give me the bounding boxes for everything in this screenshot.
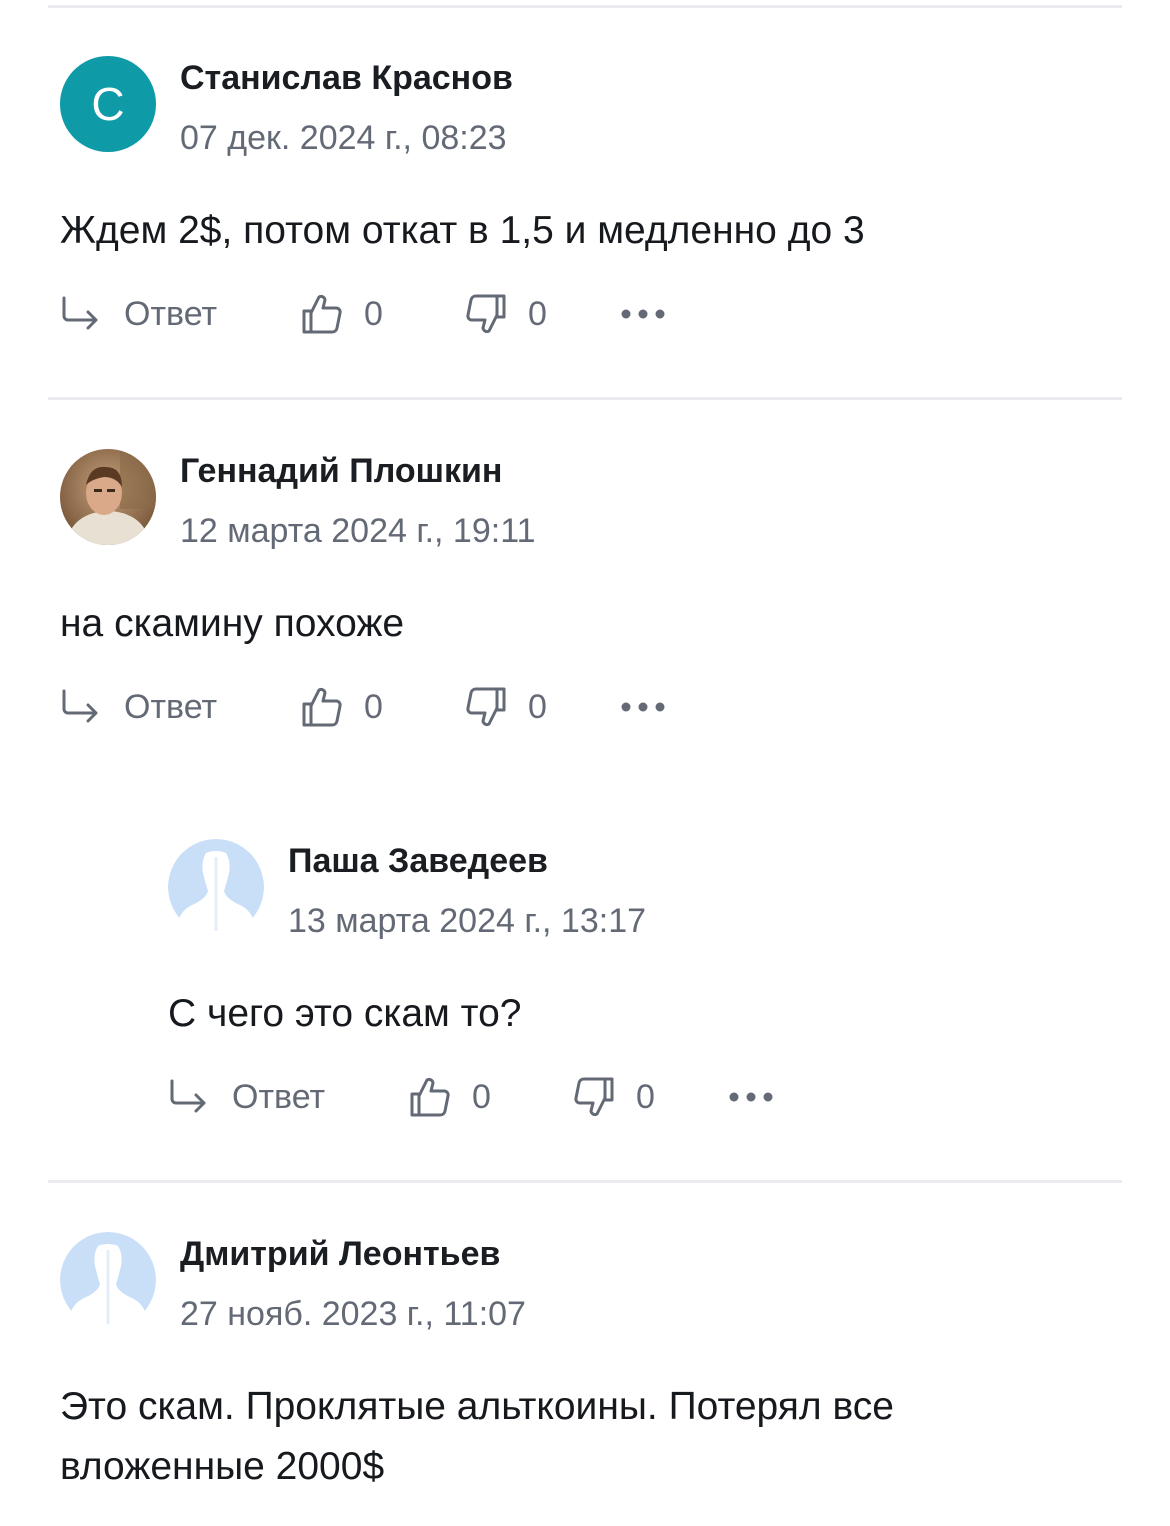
thumbs-up-icon xyxy=(300,686,344,728)
more-icon xyxy=(726,1091,776,1103)
thumbs-down-icon xyxy=(464,293,508,335)
more-button[interactable] xyxy=(618,683,668,731)
more-icon xyxy=(618,308,668,320)
like-button[interactable]: 0 xyxy=(300,683,383,731)
thumbs-up-icon xyxy=(300,293,344,335)
comment-author[interactable]: Станислав Краснов xyxy=(180,59,513,98)
comment-text: Это скам. Проклятые альткоины. Потерял в… xyxy=(60,1385,894,1488)
avatar-letter: С xyxy=(91,78,125,130)
comment-author[interactable]: Геннадий Плошкин xyxy=(180,452,502,491)
avatar[interactable]: С xyxy=(60,56,156,152)
reply-button[interactable]: Ответ xyxy=(60,290,217,338)
more-icon xyxy=(618,701,668,713)
dislike-button[interactable]: 0 xyxy=(464,290,547,338)
comment-author[interactable]: Дмитрий Леонтьев xyxy=(180,1235,500,1274)
like-button[interactable]: 0 xyxy=(408,1073,491,1121)
user-placeholder-icon xyxy=(60,1232,156,1328)
user-photo xyxy=(60,449,156,545)
comment-actions: Ответ 0 0 xyxy=(60,683,760,731)
reply-label: Ответ xyxy=(124,294,218,333)
comment-item: Геннадий Плошкин 12 марта 2024 г., 19:11… xyxy=(60,449,1120,739)
comment-text: Ждем 2$, потом откат в 1,5 и медленно до… xyxy=(60,209,865,252)
comment-author[interactable]: Паша Заведеев xyxy=(288,842,548,881)
like-count: 0 xyxy=(364,687,383,726)
like-count: 0 xyxy=(472,1077,491,1116)
reply-button[interactable]: Ответ xyxy=(60,683,217,731)
avatar[interactable] xyxy=(60,449,156,545)
dislike-count: 0 xyxy=(528,294,547,333)
comment-actions: Ответ 0 0 xyxy=(60,290,760,338)
dislike-button[interactable]: 0 xyxy=(464,683,547,731)
dislike-count: 0 xyxy=(528,687,547,726)
reply-comment-item: Паша Заведеев 13 марта 2024 г., 13:17 С … xyxy=(168,839,1118,1129)
dislike-button[interactable]: 0 xyxy=(572,1073,655,1121)
comment-item: С Станислав Краснов 07 дек. 2024 г., 08:… xyxy=(60,56,1120,346)
avatar[interactable] xyxy=(168,839,264,935)
comment-item: Дмитрий Леонтьев 27 нояб. 2023 г., 11:07… xyxy=(60,1232,1120,1522)
avatar[interactable] xyxy=(60,1232,156,1328)
comment-text: С чего это скам то? xyxy=(168,992,522,1035)
comment-divider xyxy=(48,397,1122,400)
comment-text: на скамину похоже xyxy=(60,602,405,645)
comment-actions: Ответ 0 0 xyxy=(168,1073,868,1121)
reply-icon xyxy=(168,1077,210,1117)
reply-label: Ответ xyxy=(124,687,218,726)
reply-button[interactable]: Ответ xyxy=(168,1073,325,1121)
comment-date: 07 дек. 2024 г., 08:23 xyxy=(180,119,507,157)
dislike-count: 0 xyxy=(636,1077,655,1116)
like-count: 0 xyxy=(364,294,383,333)
like-button[interactable]: 0 xyxy=(300,290,383,338)
thumbs-down-icon xyxy=(572,1076,616,1118)
comment-date: 27 нояб. 2023 г., 11:07 xyxy=(180,1295,526,1333)
more-button[interactable] xyxy=(726,1073,776,1121)
comment-date: 13 марта 2024 г., 13:17 xyxy=(288,902,647,940)
thumbs-down-icon xyxy=(464,686,508,728)
reply-icon xyxy=(60,687,102,727)
reply-label: Ответ xyxy=(232,1077,326,1116)
comment-divider xyxy=(48,1180,1122,1183)
thumbs-up-icon xyxy=(408,1076,452,1118)
user-placeholder-icon xyxy=(168,839,264,935)
reply-icon xyxy=(60,294,102,334)
top-divider xyxy=(48,5,1122,8)
more-button[interactable] xyxy=(618,290,668,338)
comment-date: 12 марта 2024 г., 19:11 xyxy=(180,512,536,550)
